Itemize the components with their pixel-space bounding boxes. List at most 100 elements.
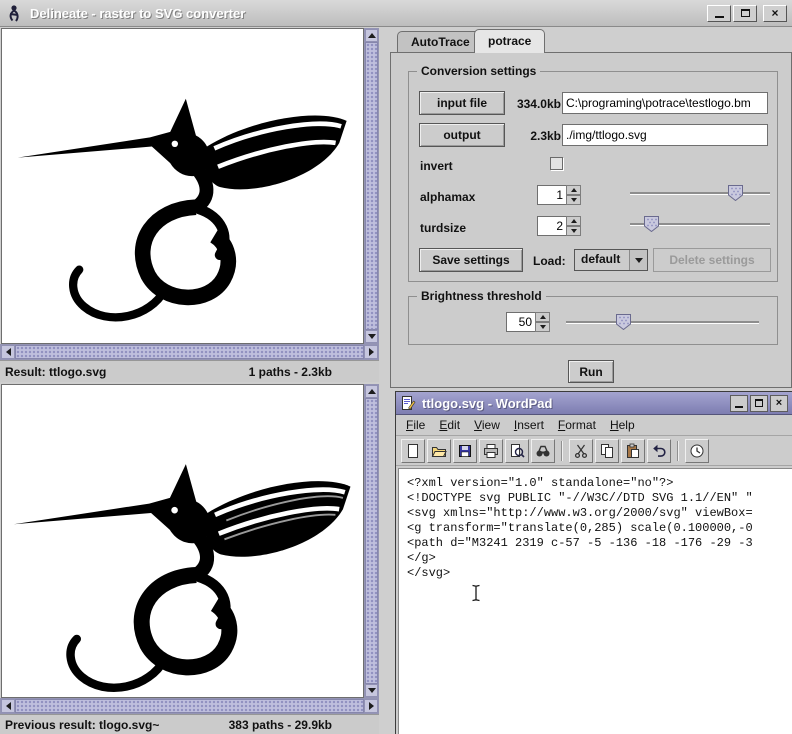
result-horizontal-scrollbar[interactable] (0, 344, 379, 360)
alphamax-slider-thumb[interactable] (728, 185, 743, 201)
slider-track (566, 321, 759, 323)
wordpad-close-button[interactable]: × (770, 395, 788, 412)
paste-button[interactable] (621, 439, 645, 463)
window-titlebar: Delineate - raster to SVG converter × (0, 0, 792, 27)
scroll-right-button[interactable] (364, 345, 378, 359)
scroll-down-button[interactable] (365, 330, 378, 343)
brightness-slider[interactable] (566, 313, 759, 331)
menu-help[interactable]: Help (603, 416, 642, 434)
menu-insert[interactable]: Insert (507, 416, 551, 434)
previous-vertical-scrollbar[interactable] (364, 384, 379, 698)
toolbar-separator (677, 441, 679, 461)
maximize-button[interactable] (733, 5, 757, 22)
alphamax-increment-button[interactable] (566, 185, 581, 195)
horizontal-scrollbar-thumb[interactable] (15, 345, 364, 359)
new-document-button[interactable] (401, 439, 425, 463)
scroll-left-button[interactable] (1, 345, 15, 359)
menu-format[interactable]: Format (551, 416, 603, 434)
print-button[interactable] (479, 439, 503, 463)
previous-horizontal-scrollbar[interactable] (0, 698, 379, 714)
load-settings-combobox[interactable]: default (574, 249, 648, 271)
output-file-size: 2.3kb (505, 129, 561, 143)
vertical-scrollbar-thumb[interactable] (365, 42, 378, 330)
date-time-button[interactable] (685, 439, 709, 463)
cut-button[interactable] (569, 439, 593, 463)
arrow-up-icon (540, 315, 546, 319)
alphamax-decrement-button[interactable] (566, 195, 581, 205)
horizontal-scrollbar-thumb[interactable] (15, 699, 364, 713)
document-text-area[interactable]: <?xml version="1.0" standalone="no"?> <!… (398, 468, 792, 734)
alphamax-value-field[interactable] (537, 185, 566, 205)
arrow-left-icon (6, 702, 11, 710)
arrow-up-icon (571, 219, 577, 223)
brightness-slider-thumb[interactable] (616, 314, 631, 330)
turdsize-decrement-button[interactable] (566, 226, 581, 236)
delete-settings-button[interactable]: Delete settings (653, 248, 771, 272)
find-button[interactable] (531, 439, 555, 463)
scroll-up-button[interactable] (365, 29, 378, 42)
input-file-field[interactable] (562, 92, 768, 114)
previous-bird-image (10, 415, 358, 698)
tab-potrace[interactable]: potrace (474, 29, 545, 53)
load-label: Load: (533, 254, 566, 268)
minimize-button[interactable] (707, 5, 731, 22)
scroll-down-button[interactable] (365, 684, 378, 697)
code-line: <path d="M3241 2319 c-57 -5 -136 -18 -17… (407, 536, 792, 551)
arrow-right-icon (369, 702, 374, 710)
code-line: <!DOCTYPE svg PUBLIC "-//W3C//DTD SVG 1.… (407, 491, 792, 506)
print-preview-button[interactable] (505, 439, 529, 463)
minimize-icon (735, 406, 743, 408)
alphamax-slider[interactable] (630, 184, 770, 202)
wordpad-menubar: File Edit View Insert Format Help (396, 415, 792, 436)
close-button[interactable]: × (763, 5, 787, 22)
invert-checkbox[interactable] (550, 157, 563, 170)
arrow-up-icon (368, 33, 376, 38)
brightness-increment-button[interactable] (535, 312, 550, 322)
wordpad-title: ttlogo.svg - WordPad (422, 396, 552, 411)
date-time-icon (689, 443, 705, 459)
input-file-button[interactable]: input file (419, 91, 505, 115)
alphamax-label: alphamax (420, 190, 475, 204)
run-button[interactable]: Run (568, 360, 614, 383)
arrow-up-icon (368, 389, 376, 394)
save-button[interactable] (453, 439, 477, 463)
vertical-scrollbar-thumb[interactable] (365, 398, 378, 684)
scroll-up-button[interactable] (365, 385, 378, 398)
brightness-value-field[interactable] (506, 312, 535, 332)
turdsize-slider[interactable] (630, 215, 770, 233)
menu-file[interactable]: File (399, 416, 432, 434)
brightness-decrement-button[interactable] (535, 322, 550, 332)
undo-button[interactable] (647, 439, 671, 463)
turdsize-slider-thumb[interactable] (644, 216, 659, 232)
maximize-icon (741, 9, 750, 17)
result-vertical-scrollbar[interactable] (364, 28, 379, 344)
conversion-settings-group: Conversion settings input file 334.0kb o… (408, 71, 778, 282)
save-settings-button[interactable]: Save settings (419, 248, 523, 272)
open-button[interactable] (427, 439, 451, 463)
wordpad-window: ttlogo.svg - WordPad × File Edit View In… (395, 391, 792, 734)
app-icon (5, 4, 23, 22)
minimize-icon (715, 16, 724, 18)
window-title: Delineate - raster to SVG converter (30, 6, 245, 21)
wordpad-minimize-button[interactable] (730, 395, 748, 412)
scroll-left-button[interactable] (1, 699, 15, 713)
turdsize-value-field[interactable] (537, 216, 566, 236)
menu-edit[interactable]: Edit (432, 416, 467, 434)
slider-track (630, 192, 770, 194)
tab-autotrace[interactable]: AutoTrace (397, 31, 484, 52)
arrow-down-icon (540, 325, 546, 329)
close-icon: × (776, 398, 782, 409)
traced-bird-image (14, 51, 354, 334)
combobox-arrow (629, 250, 647, 270)
arrow-down-icon (571, 229, 577, 233)
menu-view[interactable]: View (467, 416, 507, 434)
turdsize-increment-button[interactable] (566, 216, 581, 226)
scroll-right-button[interactable] (364, 699, 378, 713)
wordpad-maximize-button[interactable] (750, 395, 768, 412)
arrow-right-icon (369, 348, 374, 356)
code-line: <svg xmlns="http://www.w3.org/2000/svg" … (407, 506, 792, 521)
output-file-button[interactable]: output (419, 123, 505, 147)
output-file-field[interactable] (562, 124, 768, 146)
copy-button[interactable] (595, 439, 619, 463)
paste-icon (625, 443, 641, 459)
